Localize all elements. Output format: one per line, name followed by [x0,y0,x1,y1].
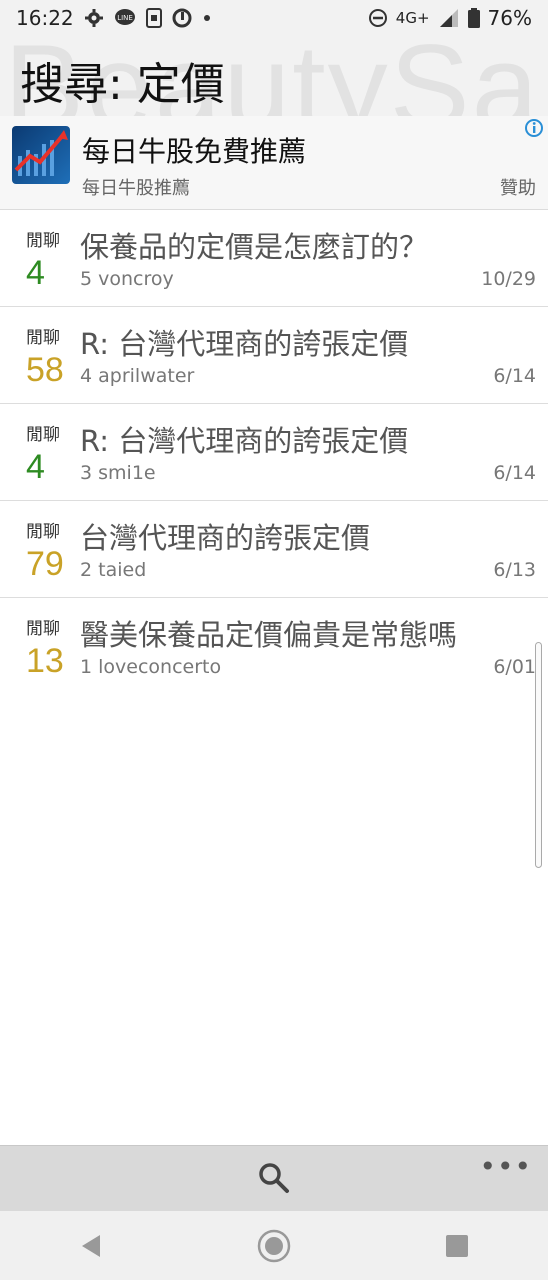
dot-icon [202,13,212,23]
result-count: 58 [26,351,64,389]
battery-percent: 76% [487,6,532,30]
result-count: 79 [26,545,64,583]
result-row[interactable]: 閒聊 58 R: 台灣代理商的誇張定價 4 aprilwater 6/14 [0,307,548,404]
result-meta: 2 taied [80,559,147,581]
svg-text:LINE: LINE [117,14,133,22]
result-meta: 3 smi1e [80,462,156,484]
result-count: 4 [26,254,45,292]
result-row[interactable]: 閒聊 79 台灣代理商的誇張定價 2 taied 6/13 [0,501,548,598]
signal-icon [438,8,460,28]
result-row[interactable]: 閒聊 4 R: 台灣代理商的誇張定價 3 smi1e 6/14 [0,404,548,501]
page-title: 搜尋: 定價 [20,59,225,110]
sim-icon [145,8,162,28]
search-icon[interactable] [256,1160,290,1198]
app-header: BeautySa 搜尋: 定價 [0,36,548,116]
result-category: 閒聊 [26,231,60,251]
result-date: 6/14 [493,365,536,387]
settings-icon [84,8,104,28]
back-icon[interactable] [61,1216,121,1276]
result-title: 保養品的定價是怎麼訂的？ [80,230,429,264]
ad-banner[interactable]: 每日牛股免費推薦 每日牛股推薦 贊助 [0,116,548,210]
recents-icon[interactable] [427,1216,487,1276]
result-row[interactable]: 閒聊 4 保養品的定價是怎麼訂的？ 5 voncroy 10/29 [0,210,548,307]
result-count: 4 [26,448,45,486]
result-meta: 4 aprilwater [80,365,195,387]
ad-thumbnail [12,126,70,184]
result-row[interactable]: 閒聊 13 醫美保養品定價偏貴是常態嗎 1 loveconcerto 6/01 [0,598,548,695]
result-meta: 5 voncroy [80,268,174,290]
result-title: 台灣代理商的誇張定價 [80,521,371,555]
battery-icon [467,8,480,28]
result-category: 閒聊 [26,425,60,445]
result-meta: 1 loveconcerto [80,656,222,678]
result-title: 醫美保養品定價偏貴是常態嗎 [80,618,458,652]
home-icon[interactable] [244,1216,304,1276]
ad-info-icon[interactable] [524,118,544,142]
ad-subtitle: 每日牛股推薦 [82,178,190,199]
status-time: 16:22 [16,6,74,30]
result-date: 10/29 [481,268,536,290]
result-category: 閒聊 [26,619,60,639]
result-category: 閒聊 [26,328,60,348]
scrollbar[interactable] [535,642,542,868]
result-category: 閒聊 [26,522,60,542]
result-title: R: 台灣代理商的誇張定價 [80,327,409,361]
result-date: 6/13 [493,559,536,581]
more-options-button[interactable]: ••• [479,1150,532,1183]
dnd-icon [368,8,388,28]
network-label: 4G+ [395,9,430,27]
line-icon: LINE [114,8,136,28]
system-nav-bar [0,1211,548,1280]
shield-icon [172,8,192,28]
result-date: 6/14 [493,462,536,484]
ad-sponsor-label: 贊助 [500,178,536,199]
ad-title: 每日牛股免費推薦 [82,135,307,168]
result-date: 6/01 [493,656,536,678]
bottom-toolbar: ••• [0,1145,548,1211]
status-bar: 16:22 LINE 4G+ 76% [0,0,548,36]
search-results-list: 閒聊 4 保養品的定價是怎麼訂的？ 5 voncroy 10/29 閒聊 58 … [0,210,548,695]
result-count: 13 [26,642,64,680]
result-title: R: 台灣代理商的誇張定價 [80,424,409,458]
